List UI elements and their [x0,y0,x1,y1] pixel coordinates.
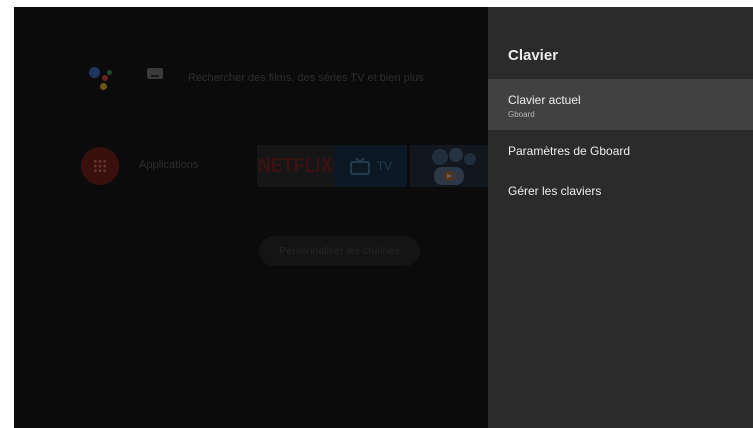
menu-item-current-keyboard[interactable]: Clavier actuel Gboard [488,79,753,130]
menu-item-manage-keyboards[interactable]: Gérer les claviers [488,177,753,207]
panel-title: Clavier [508,47,559,64]
customize-channels-button[interactable]: Personnaliser les chaînes [259,236,420,266]
apps-grid-icon [81,147,119,185]
menu-item-label: Paramètres de Gboard [508,144,631,158]
tv-screen: Rechercher des films, des séries TV et b… [14,7,753,428]
netflix-logo: NETFLIX [258,154,333,177]
keyboard-icon [147,68,163,79]
netflix-app-tile: NETFLIX [257,145,334,187]
menu-item-sublabel: Gboard [508,110,535,119]
menu-item-label: Gérer les claviers [508,184,602,198]
tv-icon [349,157,370,175]
search-placeholder: Rechercher des films, des séries TV et b… [188,72,424,84]
game-controller-icon [432,148,476,185]
keyboard-settings-panel: Clavier Clavier actuel Gboard Paramètres… [488,7,753,428]
tv-label: TV [376,159,393,173]
menu-item-label: Clavier actuel [508,93,581,107]
tv-app-tile: TV [334,145,407,187]
home-launcher-background: Rechercher des films, des séries TV et b… [14,7,488,428]
menu-item-gboard-settings[interactable]: Paramètres de Gboard [488,137,753,167]
games-app-tile [410,145,488,187]
apps-label: Applications [139,159,199,171]
google-assistant-icon [88,65,114,91]
